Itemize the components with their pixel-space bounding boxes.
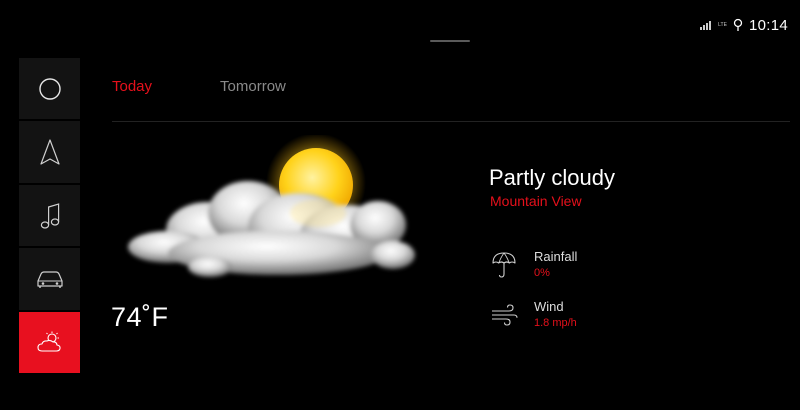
umbrella-icon [492,252,516,278]
rainfall-value: 0% [534,267,550,279]
sidebar-item-vehicle[interactable] [19,248,80,310]
sidebar-item-navigation[interactable] [19,121,80,183]
status-bar: LTE 10:14 [700,14,788,36]
weather-location: Mountain View [490,193,582,209]
tab-divider [112,121,790,122]
car-icon [36,271,63,288]
tab-today[interactable]: Today [112,78,152,95]
wind-value: 1.8 mp/h [534,317,577,329]
sidebar-item-weather[interactable] [19,311,80,374]
sidebar-item-home[interactable] [19,58,80,120]
signal-icon [700,20,712,30]
wind-label: Wind [534,299,564,314]
tab-tomorrow[interactable]: Tomorrow [220,78,286,95]
temperature-value: 74˚F [111,302,169,332]
weather-icon [36,331,61,352]
partly-cloudy-icon [128,135,415,277]
sidebar-item-media[interactable] [19,184,80,247]
sidebar [19,58,80,374]
rainfall-label: Rainfall [534,249,578,264]
weather-condition: Partly cloudy [489,165,615,190]
location-pin-icon [733,18,743,31]
circle-icon [38,78,61,100]
drag-handle[interactable] [430,40,470,42]
navigation-arrow-icon [39,139,60,165]
rainfall-detail: Rainfall 0% [490,249,577,279]
day-tabs: Today Tomorrow [112,78,286,95]
network-type: LTE [718,21,727,28]
wind-icon [492,304,518,326]
status-clock: 10:14 [748,16,788,34]
wind-detail: Wind 1.8 mp/h [490,299,577,329]
music-note-icon [40,202,59,229]
